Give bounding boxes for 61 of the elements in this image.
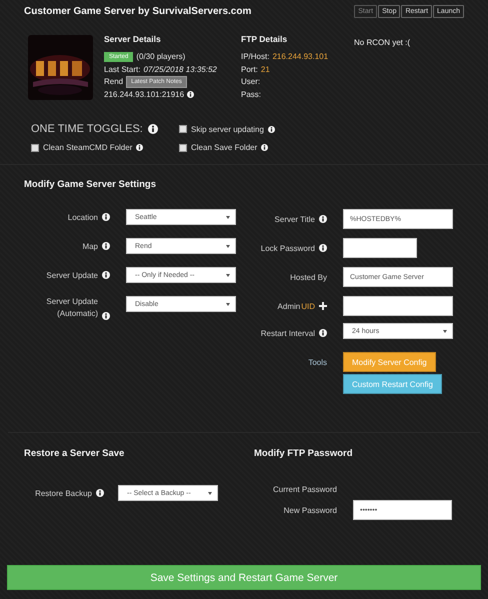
field-value: 216.244.93.101 bbox=[272, 51, 328, 63]
field-label: Server Update bbox=[46, 270, 98, 280]
info-icon bbox=[136, 144, 144, 151]
field-label: Current Password bbox=[272, 485, 337, 494]
section-heading: FTP Details bbox=[241, 34, 288, 44]
checkbox-label: Clean Save Folder bbox=[191, 143, 258, 152]
field-label-highlight: UID bbox=[301, 302, 315, 310]
checkbox[interactable] bbox=[179, 144, 187, 152]
info-icon bbox=[319, 244, 327, 252]
caret-icon bbox=[226, 216, 230, 219]
caret-icon bbox=[208, 492, 212, 495]
info-icon bbox=[187, 91, 194, 98]
info-icon bbox=[102, 271, 110, 279]
section-heading: Modify FTP Password bbox=[254, 448, 353, 459]
caret-icon bbox=[226, 274, 230, 277]
field-label: Hosted By bbox=[290, 272, 327, 282]
plus-icon[interactable] bbox=[319, 302, 327, 310]
field-label: IP/Host: bbox=[241, 51, 270, 63]
server-address: 216.244.93.101:21916 bbox=[104, 88, 184, 100]
field-label: Server Title bbox=[274, 214, 315, 224]
field-label: Server Update (Automatic) bbox=[45, 296, 98, 320]
section-heading: Modify Game Server Settings bbox=[23, 179, 157, 190]
caret-icon bbox=[226, 245, 230, 248]
field-label: Last Start: bbox=[104, 64, 140, 76]
info-icon bbox=[96, 489, 104, 497]
section-heading: Server Details bbox=[104, 34, 162, 44]
caret-icon bbox=[443, 330, 447, 333]
field-label: Lock Password bbox=[260, 244, 315, 252]
field-label: Pass: bbox=[241, 88, 262, 100]
field-value: 21 bbox=[260, 64, 270, 76]
field-label: Tools bbox=[308, 358, 327, 366]
caret-icon bbox=[226, 303, 230, 306]
field-label: Location bbox=[68, 212, 98, 222]
checkbox[interactable] bbox=[179, 125, 187, 133]
field-label: Restart Interval bbox=[260, 328, 315, 338]
info-icon bbox=[102, 213, 110, 221]
info-icon bbox=[148, 124, 158, 134]
input-field[interactable] bbox=[343, 296, 453, 316]
page-title: Customer Game Server by SurvivalServers.com bbox=[24, 6, 252, 17]
field-label: Restore Backup bbox=[35, 488, 92, 498]
checkbox-label: Clean SteamCMD Folder bbox=[43, 143, 132, 152]
info-icon bbox=[102, 312, 110, 320]
input-field[interactable] bbox=[343, 238, 417, 258]
field-label: Map bbox=[82, 242, 98, 250]
field-label: Admin bbox=[278, 302, 300, 310]
checkbox-label: Skip server updating bbox=[191, 124, 264, 134]
section-heading: Restore a Server Save bbox=[24, 448, 124, 459]
info-icon bbox=[261, 144, 268, 151]
checkbox[interactable] bbox=[31, 144, 39, 152]
field-label: New Password bbox=[284, 506, 337, 514]
rcon-status: No RCON yet :( bbox=[354, 38, 410, 49]
game-name: Rend bbox=[104, 76, 124, 88]
toggles-heading: ONE TIME TOGGLES: bbox=[31, 123, 143, 135]
last-start-time: 07/25/2018 13:35:52 bbox=[143, 64, 217, 76]
info-icon bbox=[319, 215, 327, 223]
info-icon bbox=[319, 329, 327, 337]
info-icon bbox=[102, 242, 110, 250]
field-label: Port: bbox=[241, 64, 258, 76]
info-icon bbox=[268, 126, 275, 132]
player-count: (0/30 players) bbox=[136, 51, 186, 63]
field-label: User: bbox=[241, 76, 260, 88]
